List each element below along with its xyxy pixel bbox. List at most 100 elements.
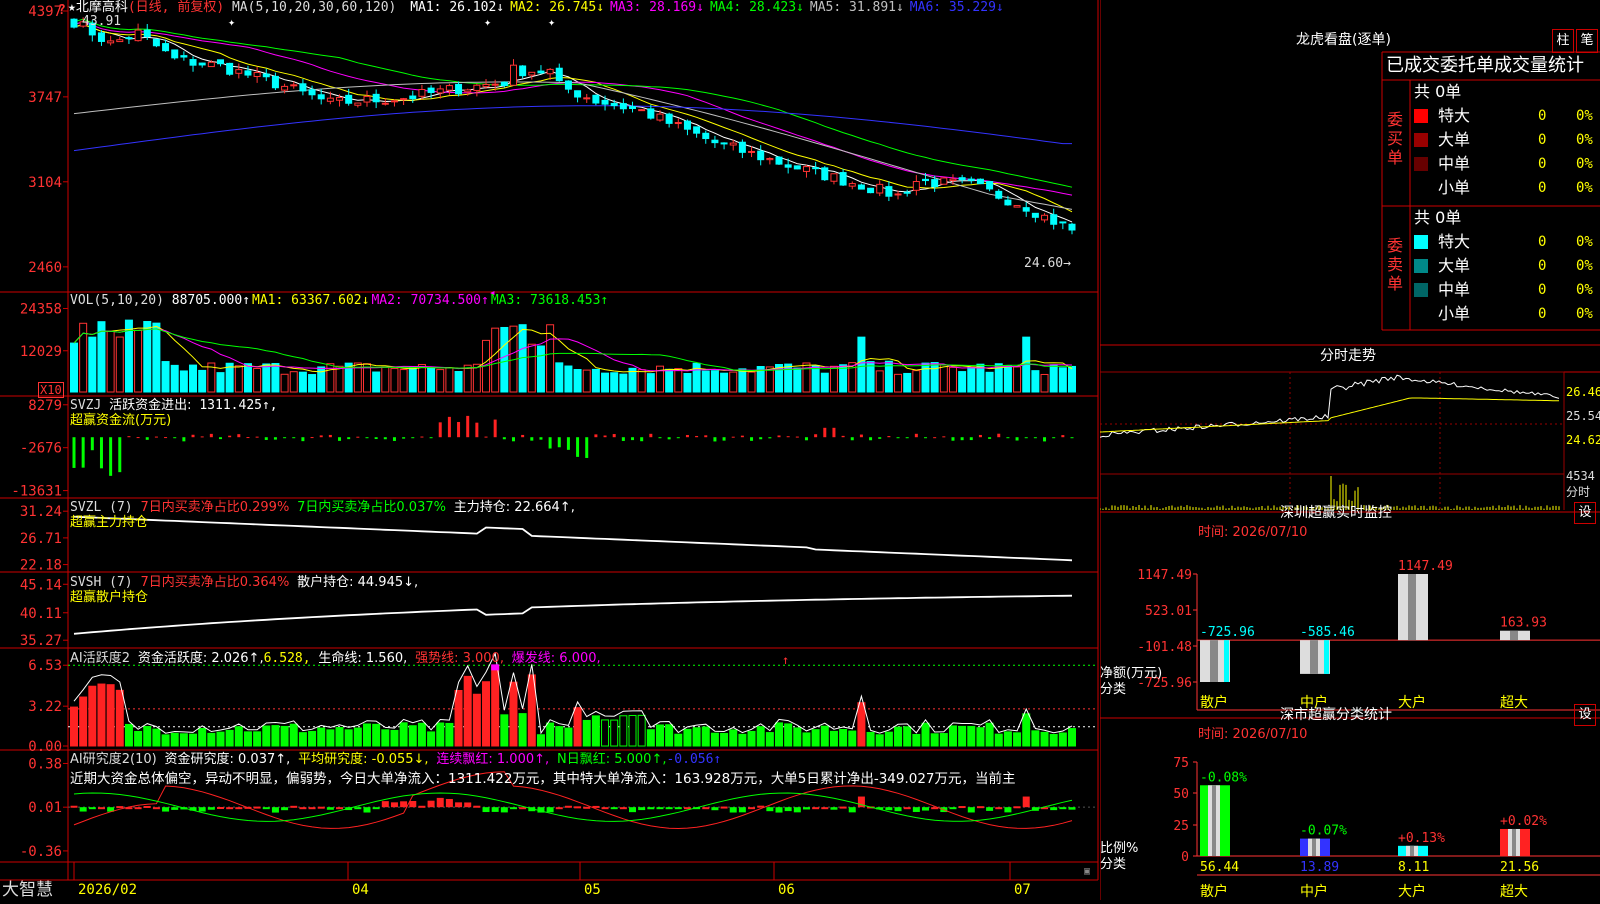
activity-bar xyxy=(857,702,866,747)
volume-bar xyxy=(234,365,243,393)
candle-body xyxy=(519,65,527,77)
research-bar xyxy=(674,807,682,810)
activity-bar xyxy=(875,734,884,747)
research-bar xyxy=(922,807,930,811)
sell-order-name-1: 大单 xyxy=(1438,256,1471,275)
candle-body xyxy=(436,88,444,94)
activity-bar xyxy=(546,722,555,747)
svzl-t3: 主力持仓: 22.664↑, xyxy=(453,500,575,515)
stats-settings-button[interactable]: 设 xyxy=(1574,704,1596,726)
activity-bar xyxy=(985,722,994,747)
volume-bar xyxy=(472,363,481,393)
date-label-4: 07 xyxy=(1014,882,1031,898)
vol-unit[interactable]: X10 xyxy=(38,382,64,398)
volume-bar xyxy=(170,364,179,393)
intraday-title: 分时走势 xyxy=(1320,348,1376,364)
ai-active-t2: 6.528, xyxy=(263,651,311,666)
volume-bar xyxy=(674,368,683,393)
svsh-t1: 7日内买卖净占比0.364% xyxy=(140,575,290,590)
candle-body xyxy=(152,38,160,47)
monitor-settings-button[interactable]: 设 xyxy=(1574,502,1596,524)
activity-bar xyxy=(802,732,811,747)
stats-change-label-1: -0.07% xyxy=(1300,824,1347,839)
candle-body xyxy=(619,103,627,110)
axis-label-vol-0: 24358 xyxy=(20,301,62,317)
candle-body xyxy=(1059,221,1067,224)
volume-bar xyxy=(637,369,646,393)
candle-body xyxy=(1004,199,1012,206)
svzl-t2: 7日内买卖净占比0.037% xyxy=(297,500,446,515)
volume-bar xyxy=(381,366,390,393)
volume-bar xyxy=(536,345,545,393)
candle-body xyxy=(162,43,170,52)
volume-bar xyxy=(930,362,939,393)
monitor-axis-label1: 净额(万元) xyxy=(1100,666,1163,681)
candle-body xyxy=(912,181,920,191)
research-bar xyxy=(464,802,472,808)
activity-bar xyxy=(701,726,710,747)
candle-body xyxy=(509,64,517,86)
activity-bar xyxy=(97,683,106,747)
volume-bar xyxy=(793,367,802,393)
candle-body xyxy=(345,94,353,104)
pen-view-button[interactable]: 笔 xyxy=(1576,29,1598,53)
activity-bar xyxy=(655,724,664,747)
candle-body xyxy=(528,71,536,76)
activity-bar xyxy=(720,732,729,747)
fund-flow-bar xyxy=(164,437,168,439)
fund-flow-bar xyxy=(127,436,131,438)
volume-bar xyxy=(179,370,188,393)
research-bar xyxy=(894,807,902,812)
intraday-price-line xyxy=(1099,374,1560,438)
sell-order-swatch-1 xyxy=(1414,259,1428,273)
stats-bar-group-1 xyxy=(1300,838,1330,856)
volume-bar xyxy=(1058,367,1067,393)
activity-bar xyxy=(198,727,207,747)
fund-flow-bar xyxy=(621,437,625,441)
fund-flow-bar xyxy=(695,435,699,438)
volume-bar xyxy=(115,336,124,393)
activity-bar xyxy=(555,726,564,747)
fund-flow-bar xyxy=(1061,435,1065,438)
research-bar xyxy=(546,807,554,813)
axis-label-vol-1: 12029 xyxy=(20,344,62,360)
activity-bar xyxy=(591,715,600,747)
volume-bar xyxy=(591,368,600,393)
activity-bar xyxy=(1022,713,1031,747)
activity-bar xyxy=(463,675,472,747)
fund-flow-bar xyxy=(1024,437,1028,439)
research-bar xyxy=(949,807,957,810)
candle-body xyxy=(537,70,545,74)
ai-research-t2: 平均研究度: -0.055↓, xyxy=(298,752,429,767)
activity-bar xyxy=(811,729,820,747)
fund-flow-bar xyxy=(1052,437,1056,439)
candle-body xyxy=(143,29,151,38)
volume-bar xyxy=(445,367,454,393)
stats-value-label-1: 13.89 xyxy=(1300,860,1339,875)
fund-flow-bar xyxy=(777,435,781,438)
column-view-button[interactable]: 柱 xyxy=(1552,29,1574,53)
ai-research-t4: N日飘红: 5.000↑, xyxy=(556,752,667,767)
research-bar xyxy=(390,802,398,808)
ma-line-1 xyxy=(73,23,1073,223)
research-bar xyxy=(766,807,774,812)
volume-bar xyxy=(88,336,97,393)
svsh-subtitle: 超赢散户持仓 xyxy=(70,590,149,605)
volume-bar xyxy=(271,362,280,393)
volume-bar xyxy=(253,367,262,393)
activity-bar xyxy=(903,726,912,747)
volume-bar xyxy=(985,371,994,393)
volume-bar xyxy=(646,373,655,393)
brand-logo[interactable]: 大智慧 xyxy=(2,880,53,900)
volume-bar xyxy=(198,369,207,393)
main-chart-area[interactable]: 4397 3747 3104 2460 24358 12029 8279 -2676 -1363… xyxy=(0,0,1100,900)
research-bar xyxy=(162,807,170,812)
monitor-bar-edge xyxy=(1324,640,1329,674)
candle-body xyxy=(253,72,261,78)
volume-bar xyxy=(308,374,317,393)
sell-order-label: 委卖单 xyxy=(1387,236,1404,293)
period-label[interactable]: (日线, 前复权) xyxy=(128,0,224,15)
fund-flow-bar xyxy=(978,434,982,438)
candle-body xyxy=(738,141,746,153)
research-bar xyxy=(784,807,792,812)
